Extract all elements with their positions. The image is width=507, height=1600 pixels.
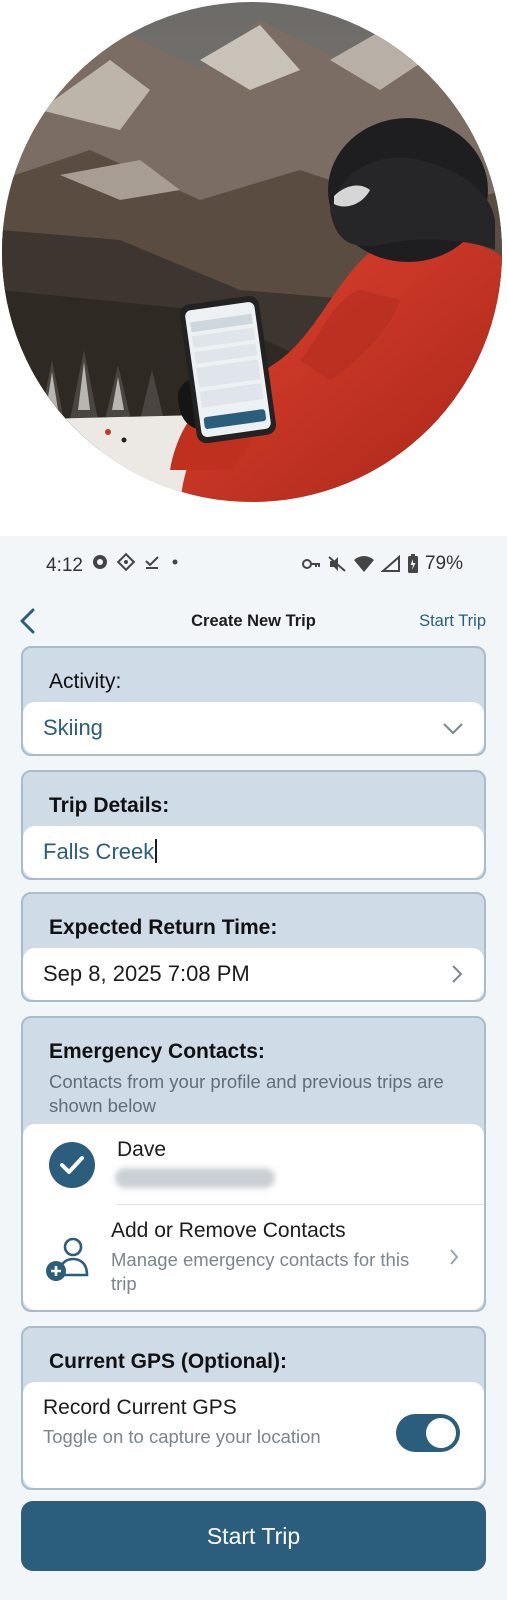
app-screen: 4:12 79% Create New Trip Start Trip Acti… [0,536,507,1600]
trip-details-card: Trip Details: Falls Creek [21,770,486,880]
emergency-contacts-subtitle: Contacts from your profile and previous … [49,1071,444,1116]
trip-details-label: Trip Details: [49,794,170,817]
return-time-card: Expected Return Time: Sep 8, 2025 7:08 P… [21,892,486,1002]
contacts-list: Dave Add or Remove Contacts Manage emerg… [23,1124,484,1310]
trip-details-input[interactable]: Falls Creek [23,826,484,878]
diamond-icon [117,553,135,571]
status-time: 4:12 [46,555,83,576]
key-icon [301,555,321,573]
battery-icon [407,554,419,574]
contact-name: Dave [117,1138,167,1161]
gps-toggle-row[interactable]: Record Current GPS Toggle on to capture … [23,1382,484,1488]
status-bar: 4:12 79% [0,536,507,594]
gps-toggle-subtitle: Toggle on to capture your location [43,1426,321,1447]
contact-row[interactable]: Dave [23,1124,484,1204]
add-remove-contacts-row[interactable]: Add or Remove Contacts Manage emergency … [23,1205,484,1310]
skier-photo-illustration [2,2,502,502]
add-remove-contacts-subtitle: Manage emergency contacts for this trip [111,1249,410,1294]
activity-select[interactable]: Skiing [23,702,484,754]
return-time-value: Sep 8, 2025 7:08 PM [43,961,250,986]
add-remove-contacts-title: Add or Remove Contacts [111,1219,346,1242]
dot-icon [169,553,181,571]
contact-selected-checkbox[interactable] [49,1142,95,1188]
toggle-knob [426,1418,456,1448]
start-trip-header-button[interactable]: Start Trip [419,612,486,631]
trip-details-text: Falls Creek [43,839,155,864]
chevron-right-icon [450,1249,459,1265]
notification-icon [91,553,109,571]
app-bar: Create New Trip Start Trip [0,594,507,654]
chevron-right-icon [452,965,463,983]
check-icon [143,553,161,571]
checkmark-icon [60,1156,84,1174]
start-trip-button[interactable]: Start Trip [21,1501,486,1571]
add-contact-icon [46,1237,89,1281]
signal-icon [380,555,401,573]
contact-phone-redacted [115,1168,275,1188]
activity-value: Skiing [43,715,103,740]
battery-percent: 79% [424,553,463,574]
activity-label: Activity: [49,670,122,693]
return-time-label: Expected Return Time: [49,916,278,939]
status-right-icons: 79% [301,553,463,575]
hero-photo [0,0,507,536]
gps-label: Current GPS (Optional): [49,1350,287,1373]
emergency-contacts-label: Emergency Contacts: [49,1040,265,1063]
return-time-picker[interactable]: Sep 8, 2025 7:08 PM [23,948,484,1000]
trip-details-value: Falls Creek [43,839,158,865]
gps-toggle-title: Record Current GPS [43,1396,237,1419]
gps-toggle-switch[interactable] [396,1414,460,1452]
gps-card: Current GPS (Optional): Record Current G… [21,1326,486,1490]
activity-card: Activity: Skiing [21,646,486,756]
status-left-icons [91,553,181,571]
mute-icon [327,555,347,573]
wifi-icon [353,555,375,573]
emergency-contacts-card: Emergency Contacts: Contacts from your p… [21,1016,486,1312]
text-cursor [155,839,158,863]
chevron-down-icon [443,723,463,735]
